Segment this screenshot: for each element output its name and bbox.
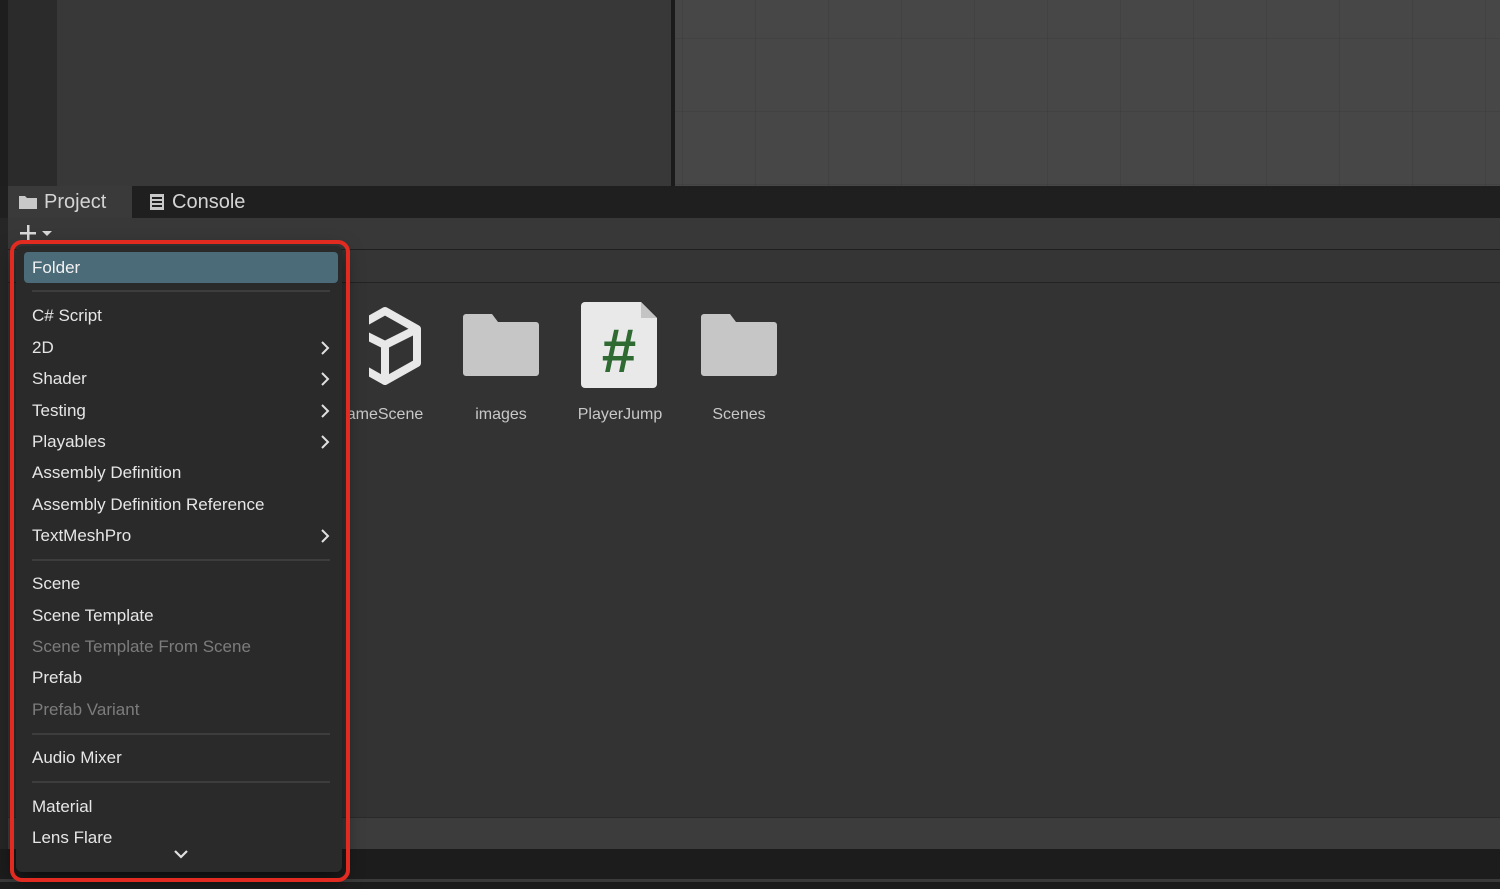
menu-separator (32, 559, 330, 561)
plus-icon (20, 225, 36, 241)
menu-item-label: Prefab Variant (32, 699, 140, 719)
menu-item-label: Folder (32, 257, 81, 277)
menu-item-csharp-script[interactable]: C# Script (24, 300, 338, 331)
menu-item-label: TextMeshPro (32, 525, 132, 545)
toolbar-column (8, 0, 57, 186)
menu-item-label: Scene Template (32, 605, 154, 625)
asset-label: images (475, 406, 527, 423)
script-glyph: # (602, 317, 636, 386)
chevron-right-icon (320, 371, 330, 386)
menu-item-audio-mixer[interactable]: Audio Mixer (24, 742, 338, 773)
menu-item-label: Testing (32, 400, 86, 420)
menu-item-prefab[interactable]: Prefab (24, 662, 338, 693)
menu-item-label: Scene Template From Scene (32, 636, 251, 656)
scene-view[interactable] (675, 0, 1500, 186)
menu-item-testing[interactable]: Testing (24, 395, 338, 426)
menu-separator (32, 781, 330, 783)
asset-item[interactable]: ameScene (330, 300, 440, 424)
menu-separator (32, 733, 330, 735)
hierarchy-panel[interactable] (57, 0, 671, 186)
folder-icon (19, 196, 37, 209)
chevron-right-icon (320, 340, 330, 355)
asset-label: Scenes (712, 406, 766, 423)
asset-item[interactable]: Scenes (684, 300, 794, 424)
console-icon (150, 194, 164, 210)
chevron-right-icon (320, 403, 330, 418)
unity-logo-icon (330, 300, 440, 390)
menu-item-label: C# Script (32, 305, 102, 325)
folder-icon (446, 300, 556, 390)
create-button[interactable] (18, 220, 54, 246)
menu-item-label: Assembly Definition Reference (32, 494, 265, 514)
tab-project[interactable]: Project (8, 186, 132, 218)
asset-item[interactable]: images (446, 300, 556, 424)
menu-item-textmeshpro[interactable]: TextMeshPro (24, 520, 338, 551)
tab-label: Project (44, 190, 107, 213)
tab-label: Console (172, 190, 246, 213)
menu-item-shader[interactable]: Shader (24, 363, 338, 394)
panel-tab-bar: Project Console (0, 186, 1500, 218)
window-bottom-edge (0, 879, 1500, 882)
menu-item-label: Assembly Definition (32, 462, 182, 482)
menu-item-assembly-definition-reference[interactable]: Assembly Definition Reference (24, 489, 338, 520)
menu-separator (32, 290, 330, 292)
menu-item-material[interactable]: Material (24, 791, 338, 822)
tab-console[interactable]: Console (146, 186, 276, 218)
menu-item-scene[interactable]: Scene (24, 568, 338, 599)
menu-item-label: Scene (32, 573, 81, 593)
create-menu: Folder C# Script 2D Shader Testing Playa… (16, 246, 342, 872)
menu-item-prefab-variant: Prefab Variant (24, 694, 338, 725)
chevron-right-icon (320, 528, 330, 543)
asset-label: ameScene (346, 406, 424, 423)
window-edge (0, 0, 8, 186)
menu-item-assembly-definition[interactable]: Assembly Definition (24, 457, 338, 488)
menu-item-2d[interactable]: 2D (24, 332, 338, 363)
menu-item-label: 2D (32, 337, 54, 357)
menu-item-label: Playables (32, 431, 106, 451)
menu-item-scene-template[interactable]: Scene Template (24, 600, 338, 631)
menu-item-playables[interactable]: Playables (24, 426, 338, 457)
menu-item-folder[interactable]: Folder (24, 252, 338, 283)
caret-down-icon (42, 231, 52, 236)
menu-item-label: Prefab (32, 667, 83, 687)
asset-label: PlayerJump (577, 406, 663, 423)
menu-item-label: Lens Flare (32, 827, 113, 847)
menu-item-label: Audio Mixer (32, 747, 122, 767)
menu-item-label: Material (32, 796, 93, 816)
chevron-right-icon (320, 434, 330, 449)
menu-scroll-down[interactable] (166, 848, 196, 868)
asset-item[interactable]: # PlayerJump (565, 300, 675, 424)
chevron-down-icon (174, 850, 188, 859)
menu-item-label: Shader (32, 368, 87, 388)
menu-item-scene-template-from-scene: Scene Template From Scene (24, 631, 338, 662)
csharp-script-icon: # (565, 300, 675, 390)
folder-icon (684, 300, 794, 390)
